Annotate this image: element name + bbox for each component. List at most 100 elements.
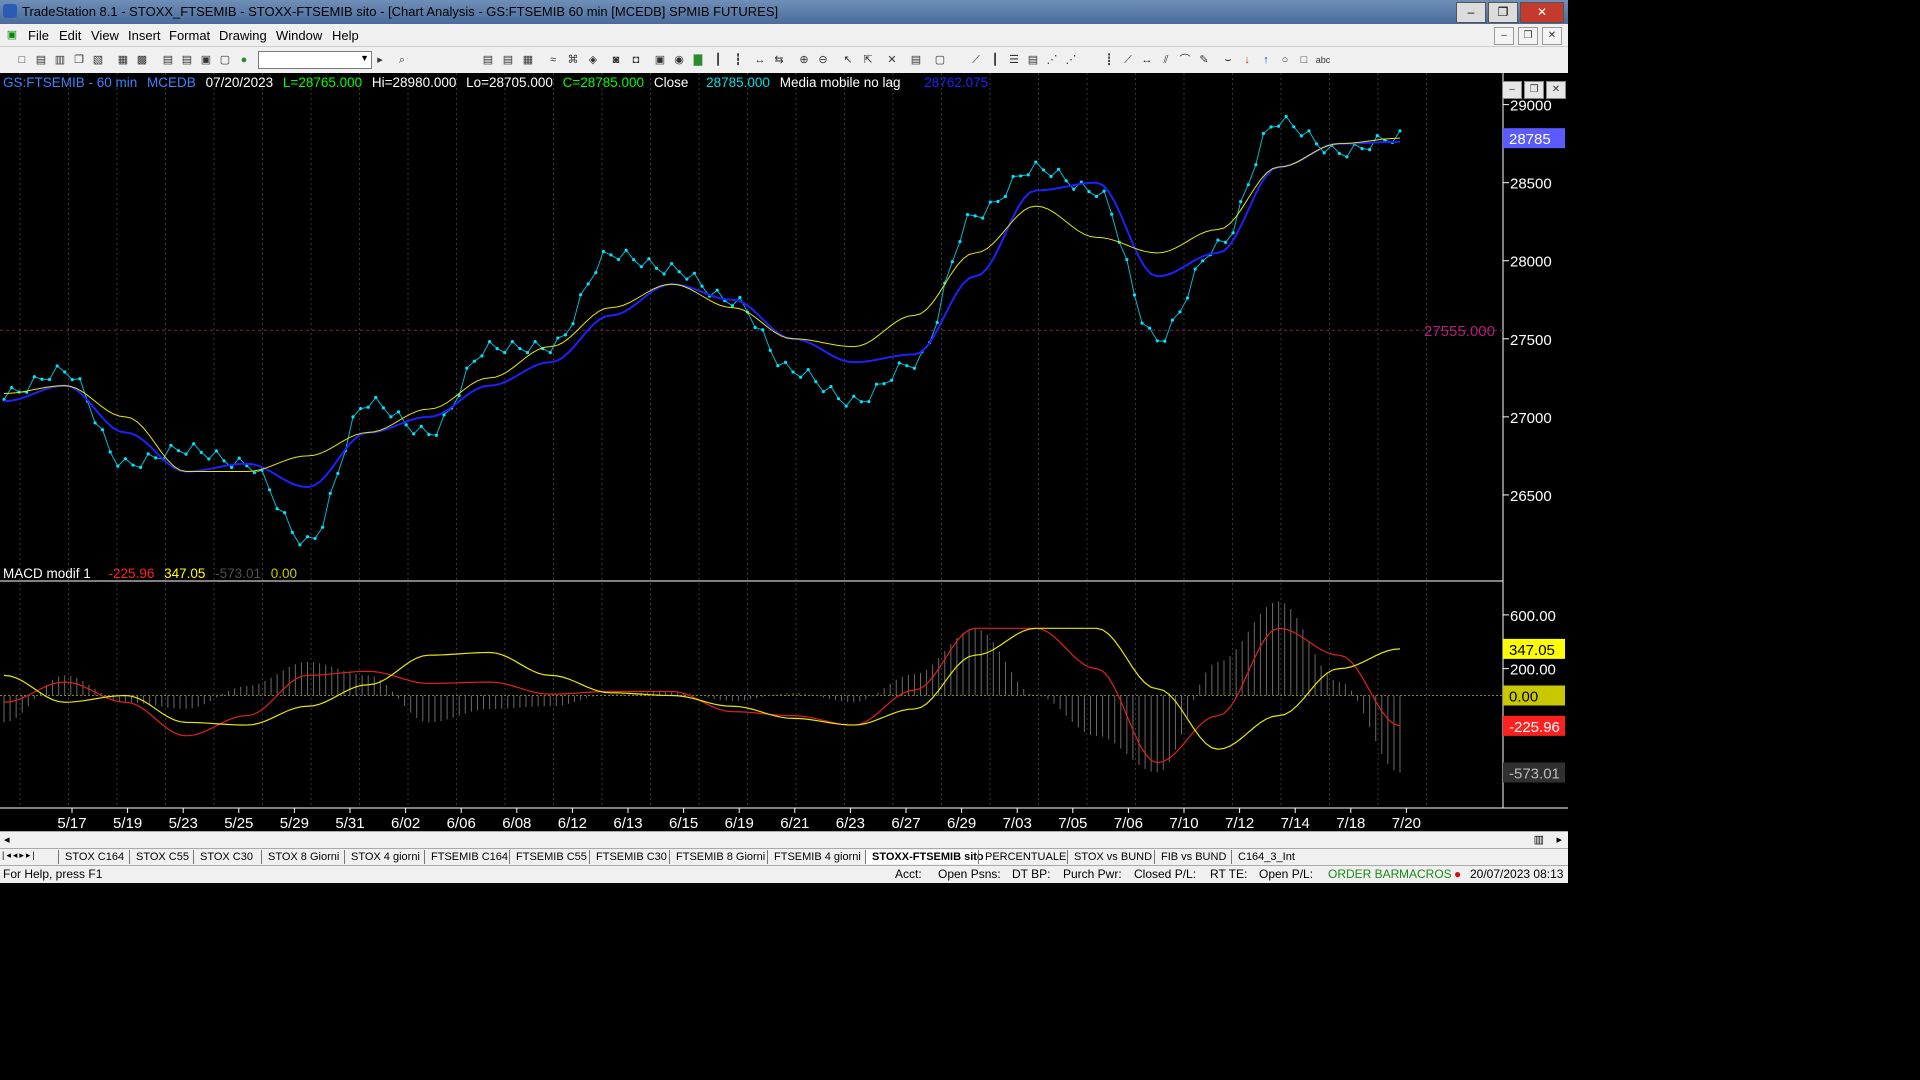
- chart-bar-icon[interactable]: ▇: [690, 52, 706, 68]
- menu-window[interactable]: Window: [276, 28, 322, 43]
- compress-icon[interactable]: ⇆: [771, 52, 787, 68]
- tab-percentuale[interactable]: PERCENTUALE: [978, 850, 1072, 864]
- arrow-down-icon[interactable]: ↓: [1239, 52, 1255, 68]
- binoculars-icon[interactable]: ⌕: [394, 52, 410, 68]
- tab-nav-icon[interactable]: |◂◂▸▸|: [2, 850, 37, 861]
- indicator-icon[interactable]: ≈: [545, 52, 561, 68]
- arrow-up-icon[interactable]: ↑: [1258, 52, 1274, 68]
- price-marker: [40, 377, 44, 381]
- tab-ftsemib-4-giorni[interactable]: FTSEMIB 4 giorni: [767, 850, 867, 864]
- status-order-bar[interactable]: ORDER BAR: [1328, 867, 1399, 881]
- zoom-width-icon[interactable]: ↔: [752, 52, 768, 68]
- scroll-thumb[interactable]: ▥: [1534, 833, 1544, 846]
- fib-fan-icon[interactable]: ⋰: [1063, 52, 1079, 68]
- tab-ftsemib-8-giorni[interactable]: FTSEMIB 8 Giorni: [669, 850, 771, 864]
- chart-minimize-button[interactable]: ‒: [1502, 81, 1522, 99]
- curve-icon[interactable]: ⌣: [1220, 52, 1236, 68]
- chart-window[interactable]: 29000 28500 28000 27500 27000 26500 5/17 5/19 5…: [0, 73, 1568, 831]
- strategy-icon[interactable]: ⌘: [565, 52, 581, 68]
- chart-restore-button[interactable]: ❐: [1524, 81, 1544, 99]
- tab-ftsemib-c55[interactable]: FTSEMIB C55: [509, 850, 593, 864]
- folder-icon[interactable]: ▧: [90, 52, 106, 68]
- chart-close-button[interactable]: ✕: [1546, 81, 1566, 99]
- vert-retrace-icon[interactable]: ┋: [1101, 52, 1117, 68]
- horizontal-scrollbar[interactable]: ◂ ▥ ▸: [0, 831, 1568, 849]
- chart-canvas[interactable]: 290002850028000275002700026500 5/17 5/19 5…: [0, 73, 1568, 831]
- grid-icon[interactable]: ▦: [520, 52, 536, 68]
- menu-file[interactable]: File: [28, 28, 49, 43]
- close-button[interactable]: ✕: [1520, 2, 1564, 23]
- zoom-in-icon[interactable]: ⊕: [796, 52, 812, 68]
- scanner-icon[interactable]: ◙: [608, 52, 624, 68]
- pointer-icon[interactable]: ↖: [840, 52, 856, 68]
- range-icon[interactable]: ↔: [1139, 52, 1155, 68]
- radar-icon[interactable]: ◘: [628, 52, 644, 68]
- menu-insert[interactable]: Insert: [128, 28, 161, 43]
- doc-close-button[interactable]: ✕: [1542, 27, 1562, 45]
- pointer-snap-icon[interactable]: ⇱: [860, 52, 876, 68]
- tab-ftsemib-c164[interactable]: FTSEMIB C164: [424, 850, 514, 864]
- export-icon[interactable]: ▤: [908, 52, 924, 68]
- chart-type2-icon[interactable]: ▤: [500, 52, 516, 68]
- chart-type-icon[interactable]: ▤: [480, 52, 496, 68]
- menu-format[interactable]: Format: [169, 28, 210, 43]
- andrews-icon[interactable]: ⟋: [1120, 52, 1136, 68]
- rectangle-icon[interactable]: □: [1296, 52, 1312, 68]
- macd-value-3: -573.01: [215, 566, 261, 581]
- open-icon[interactable]: ▤: [33, 52, 49, 68]
- status-macros[interactable]: MACROS: [1399, 867, 1452, 881]
- fan-icon[interactable]: ⋰: [1044, 52, 1060, 68]
- doc-restore-button[interactable]: ❐: [1518, 27, 1538, 45]
- arrow-right-icon[interactable]: ▸: [372, 52, 388, 68]
- matrix-icon[interactable]: ▣: [652, 52, 668, 68]
- menu-view[interactable]: View: [91, 28, 119, 43]
- print-icon[interactable]: ▦: [115, 52, 131, 68]
- tab-stoxx-ftsemib-sito[interactable]: STOXX-FTSEMIB sito: [865, 850, 990, 864]
- channel-icon[interactable]: ▤: [1025, 52, 1041, 68]
- text-icon[interactable]: abc: [1315, 52, 1331, 68]
- new-icon[interactable]: □: [14, 52, 30, 68]
- options-icon[interactable]: ◉: [671, 52, 687, 68]
- menu-drawing[interactable]: Drawing: [219, 28, 267, 43]
- tab-stox-4-giorni[interactable]: STOX 4 giorni: [344, 850, 426, 864]
- symbol-dropdown[interactable]: ▼: [258, 51, 372, 69]
- tab-stox-c55[interactable]: STOX C55: [129, 850, 195, 864]
- minimize-button[interactable]: ‒: [1456, 2, 1486, 23]
- bar-icon[interactable]: ┃: [710, 52, 726, 68]
- zoom-out-icon[interactable]: ⊖: [815, 52, 831, 68]
- tab-stox-8-giorni[interactable]: STOX 8 Giorni: [261, 850, 345, 864]
- scroll-left-icon[interactable]: ◂: [4, 833, 10, 846]
- tools-icon[interactable]: ✕: [884, 52, 900, 68]
- globe-icon[interactable]: ●: [236, 52, 252, 68]
- ellipse-icon[interactable]: ○: [1277, 52, 1293, 68]
- tab-c164-3-int[interactable]: C164_3_Int: [1231, 850, 1301, 864]
- vertical-lines-icon[interactable]: ┃: [987, 52, 1003, 68]
- doc-minimize-button[interactable]: ‒: [1494, 27, 1514, 45]
- print-preview-icon[interactable]: ▩: [134, 52, 150, 68]
- parallel-icon[interactable]: ⫽: [1158, 52, 1174, 68]
- menu-help[interactable]: Help: [332, 28, 359, 43]
- tab-stox-c164[interactable]: STOX C164: [58, 850, 130, 864]
- tab-stox-c30[interactable]: STOX C30: [193, 850, 259, 864]
- price-marker: [275, 507, 279, 511]
- macd-value-1: -225.96: [108, 566, 155, 581]
- tab-stox-vs-bund[interactable]: STOX vs BUND: [1067, 850, 1158, 864]
- bars-icon[interactable]: ┇: [730, 52, 746, 68]
- menu-edit[interactable]: Edit: [59, 28, 81, 43]
- scroll-right-icon[interactable]: ▸: [1556, 833, 1562, 846]
- price-marker: [814, 380, 818, 384]
- window-cascade-icon[interactable]: ▤: [179, 52, 195, 68]
- workspace-icon[interactable]: ▢: [217, 52, 233, 68]
- copy-icon[interactable]: ❐: [71, 52, 87, 68]
- tab-fib-vs-bund[interactable]: FIB vs BUND: [1154, 850, 1232, 864]
- trendline-icon[interactable]: ⟋: [968, 52, 984, 68]
- analysis-icon[interactable]: ◈: [585, 52, 601, 68]
- save-icon[interactable]: ▥: [52, 52, 68, 68]
- horizontal-lines-icon[interactable]: ☰: [1006, 52, 1022, 68]
- maximize-button[interactable]: ❐: [1488, 2, 1518, 23]
- lock-icon[interactable]: ▣: [198, 52, 214, 68]
- arc-icon[interactable]: ⌒: [1177, 52, 1193, 68]
- pencil-icon[interactable]: ✎: [1196, 52, 1212, 68]
- tab-ftsemib-c30[interactable]: FTSEMIB C30: [589, 850, 673, 864]
- window-tile-icon[interactable]: ▤: [160, 52, 176, 68]
